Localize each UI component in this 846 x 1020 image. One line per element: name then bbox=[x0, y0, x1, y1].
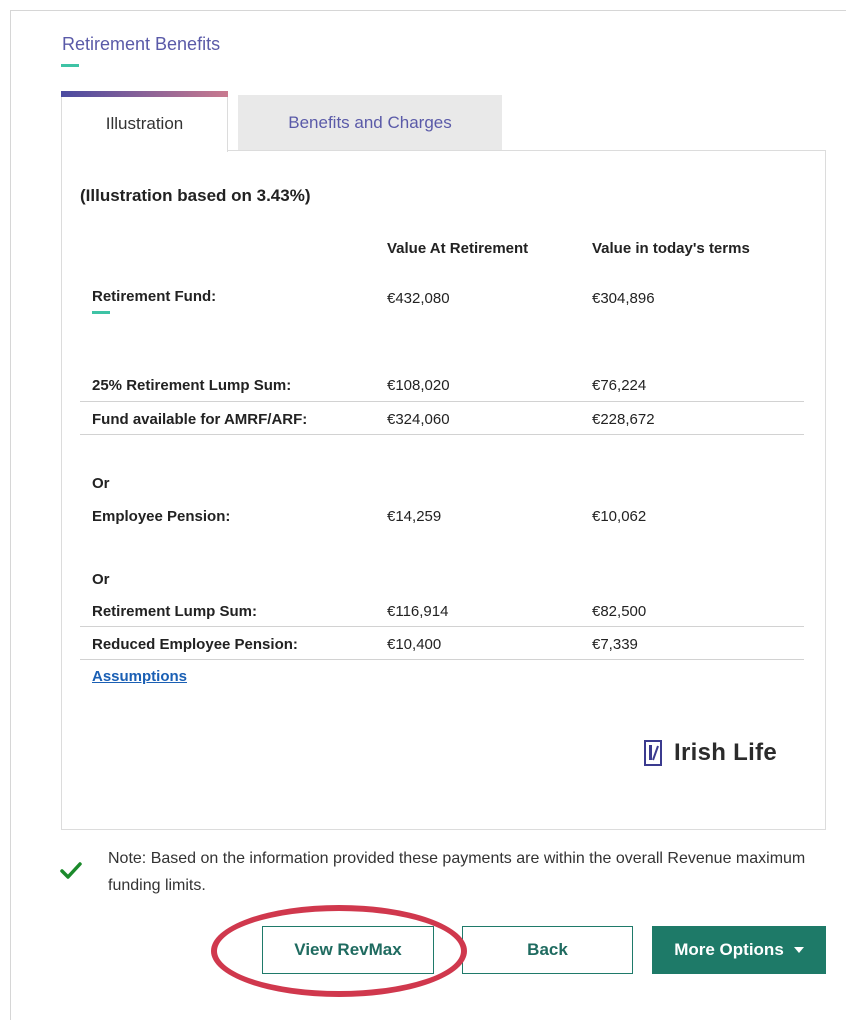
row-label-retirement-fund: Retirement Fund: bbox=[92, 288, 217, 305]
irish-life-logo-mark bbox=[644, 740, 662, 766]
funding-limits-note: Note: Based on the information provided … bbox=[108, 850, 806, 894]
row-divider bbox=[80, 626, 804, 627]
section-title: Retirement Benefits bbox=[62, 34, 221, 54]
tab-benefits-and-charges[interactable]: Benefits and Charges bbox=[238, 95, 502, 151]
view-revmax-button[interactable]: View RevMax bbox=[262, 926, 434, 974]
tab-illustration[interactable]: Illustration bbox=[61, 95, 228, 152]
caret-down-icon bbox=[793, 947, 804, 953]
row-label-25pct-lump-sum: 25% Retirement Lump Sum: bbox=[92, 377, 292, 394]
value-employee-pension-today: €10,062 bbox=[592, 508, 647, 525]
assumptions-link[interactable]: Assumptions bbox=[92, 668, 187, 685]
value-fund-available-at-retirement: €324,060 bbox=[387, 411, 450, 428]
value-retirement-fund-at-retirement: €432,080 bbox=[387, 290, 450, 307]
or-separator-label: Or bbox=[92, 475, 110, 492]
title-underline bbox=[61, 64, 79, 67]
row-label-retirement-lump-sum: Retirement Lump Sum: bbox=[92, 603, 258, 620]
value-retirement-fund-today: €304,896 bbox=[592, 290, 655, 307]
back-button[interactable]: Back bbox=[462, 926, 633, 974]
value-25pct-lump-sum-today: €76,224 bbox=[592, 377, 647, 394]
value-employee-pension-at-retirement: €14,259 bbox=[387, 508, 442, 525]
column-header-value-at-retirement: Value At Retirement bbox=[387, 240, 529, 257]
value-fund-available-today: €228,672 bbox=[592, 411, 655, 428]
row-label-fund-available-amrf-arf: Fund available for AMRF/ARF: bbox=[92, 411, 308, 428]
value-retirement-lump-sum-today: €82,500 bbox=[592, 603, 647, 620]
illustration-caption: (Illustration based on 3.43%) bbox=[80, 186, 311, 205]
row-label-employee-pension: Employee Pension: bbox=[92, 508, 231, 525]
row-label-reduced-employee-pension: Reduced Employee Pension: bbox=[92, 636, 298, 653]
active-tab-accent bbox=[61, 91, 228, 97]
row-divider bbox=[80, 401, 804, 402]
more-options-button[interactable]: More Options bbox=[652, 926, 826, 974]
irish-life-logo: Irish Life bbox=[644, 739, 777, 767]
column-header-value-today: Value in today's terms bbox=[592, 240, 750, 257]
checkmark-icon bbox=[60, 862, 82, 879]
more-options-label: More Options bbox=[674, 940, 784, 959]
value-reduced-pension-today: €7,339 bbox=[592, 636, 638, 653]
value-reduced-pension-at-retirement: €10,400 bbox=[387, 636, 442, 653]
row-divider bbox=[80, 434, 804, 435]
irish-life-logo-text: Irish Life bbox=[674, 739, 778, 766]
value-retirement-lump-sum-at-retirement: €116,914 bbox=[387, 603, 449, 620]
or-separator-label: Or bbox=[92, 571, 110, 588]
value-25pct-lump-sum-at-retirement: €108,020 bbox=[387, 377, 450, 394]
retirement-fund-underline bbox=[92, 311, 110, 314]
row-divider bbox=[80, 659, 804, 660]
